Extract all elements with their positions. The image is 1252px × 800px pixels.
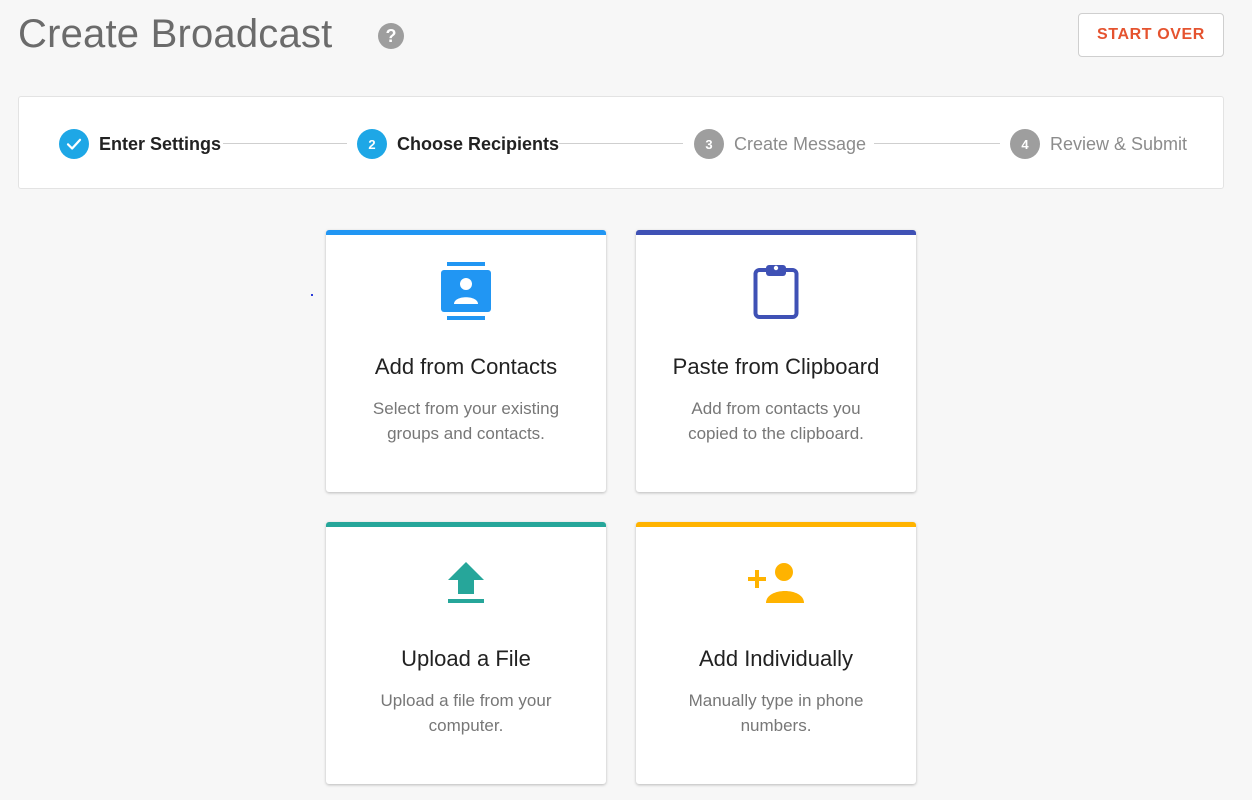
step-number: 3 <box>694 129 724 159</box>
create-broadcast-page: Create Broadcast ? START OVER Enter Sett… <box>0 0 1252 800</box>
step-choose-recipients[interactable]: 2 Choose Recipients <box>357 129 559 159</box>
step-connector <box>223 143 347 144</box>
step-enter-settings[interactable]: Enter Settings <box>59 129 221 159</box>
progress-stepper: Enter Settings 2 Choose Recipients 3 Cre… <box>18 96 1224 189</box>
card-accent-bar <box>326 230 606 235</box>
step-connector <box>874 143 1000 144</box>
stray-pixel <box>311 294 313 296</box>
card-title: Add Individually <box>698 646 854 671</box>
paste-from-clipboard-card[interactable]: Paste from Clipboard Add from contacts y… <box>636 230 916 492</box>
card-title: Paste from Clipboard <box>672 354 880 379</box>
step-label: Review & Submit <box>1050 133 1188 154</box>
help-icon[interactable]: ? <box>378 23 404 49</box>
step-label: Create Message <box>734 133 867 154</box>
card-description: Add from contacts you copied to the clip… <box>688 399 864 443</box>
card-accent-bar <box>636 522 916 527</box>
card-description: Manually type in phone numbers. <box>688 691 864 735</box>
add-individually-card[interactable]: Add Individually Manually type in phone … <box>636 522 916 784</box>
page-title: Create Broadcast <box>18 12 333 56</box>
check-icon <box>59 129 89 159</box>
card-accent-bar <box>326 522 606 527</box>
add-from-contacts-card[interactable]: Add from Contacts Select from your exist… <box>326 230 606 492</box>
card-description: Upload a file from your computer. <box>380 691 552 735</box>
step-label: Choose Recipients <box>397 133 560 154</box>
card-title: Add from Contacts <box>374 354 558 379</box>
step-number: 4 <box>1010 129 1040 159</box>
step-review-submit[interactable]: 4 Review & Submit <box>1010 129 1187 159</box>
step-connector <box>559 143 683 144</box>
add-person-icon <box>636 550 916 616</box>
contacts-icon <box>326 258 606 324</box>
step-number: 2 <box>357 129 387 159</box>
start-over-button[interactable]: START OVER <box>1078 13 1224 57</box>
card-title: Upload a File <box>401 646 531 671</box>
step-create-message[interactable]: 3 Create Message <box>694 129 866 159</box>
step-label: Enter Settings <box>99 133 222 154</box>
upload-a-file-card[interactable]: Upload a File Upload a file from your co… <box>326 522 606 784</box>
card-accent-bar <box>636 230 916 235</box>
clipboard-icon <box>636 258 916 324</box>
upload-icon <box>326 550 606 616</box>
card-description: Select from your existing groups and con… <box>372 399 560 443</box>
